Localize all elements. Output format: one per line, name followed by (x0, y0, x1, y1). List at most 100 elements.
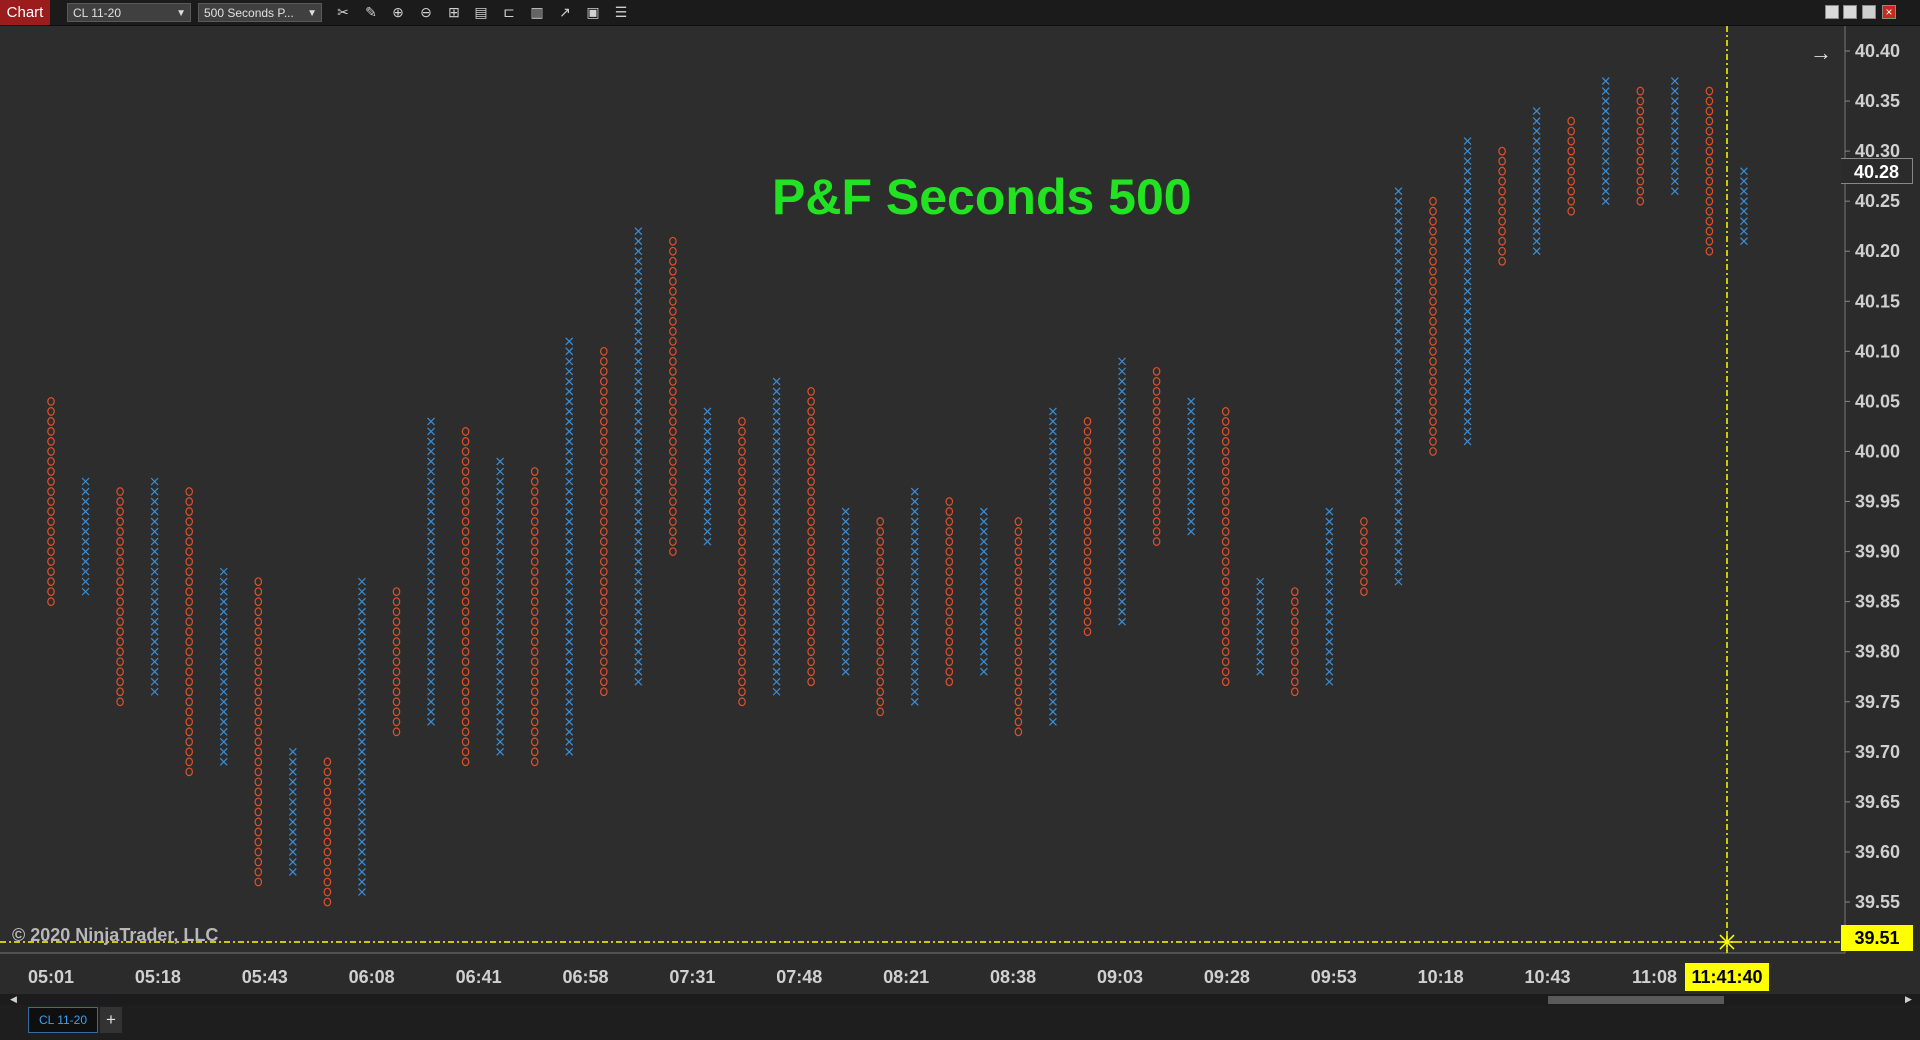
o-box (1360, 527, 1368, 536)
x-box (772, 577, 781, 586)
list-icon[interactable]: ☰ (611, 3, 631, 22)
x-box (772, 467, 781, 476)
x-box (427, 677, 435, 686)
zoom-in-icon[interactable]: ⊕ (388, 3, 408, 22)
o-box (185, 487, 194, 496)
o-box (599, 557, 608, 566)
o-box (116, 547, 124, 556)
x-box (358, 797, 366, 806)
x-box (979, 637, 988, 646)
minimize-icon[interactable] (1862, 5, 1876, 19)
chart-panel[interactable]: 40.40 40.35 40.30 40.25 40.20 40.15 40.10 40.05… (0, 26, 1900, 987)
x-box (1187, 437, 1196, 446)
o-box (1221, 447, 1230, 456)
x-box (1118, 437, 1126, 446)
x-box (81, 567, 90, 576)
o-box (254, 867, 263, 877)
o-box (738, 527, 746, 536)
o-box (461, 427, 470, 436)
x-box (358, 848, 366, 856)
x-box (979, 667, 988, 676)
maximize-icon[interactable] (1843, 5, 1857, 19)
x-box (496, 667, 505, 676)
scroll-left-icon[interactable]: ◀ (10, 994, 17, 1005)
o-box (738, 517, 746, 526)
o-box (254, 707, 263, 717)
pencil-icon[interactable]: ✎ (361, 3, 381, 22)
instrument-tab[interactable]: CL 11-20 (28, 1007, 98, 1033)
x-box (1463, 197, 1472, 206)
close-icon[interactable]: × (1882, 5, 1896, 19)
o-box (1636, 106, 1645, 116)
add-tab-button[interactable]: + (100, 1007, 122, 1033)
x-box (910, 647, 919, 656)
o-box (1083, 567, 1092, 577)
o-box (1152, 417, 1161, 426)
o-box (1705, 136, 1714, 146)
o-box (530, 747, 539, 757)
x-box (219, 597, 228, 606)
chart-tab[interactable]: Chart (0, 0, 50, 25)
x-column (1325, 507, 1334, 686)
scrollbar-thumb[interactable] (1548, 996, 1724, 1004)
x-box (1463, 357, 1472, 366)
x-box (81, 587, 90, 596)
o-box (185, 657, 194, 667)
o-box (599, 537, 608, 546)
chart-toolbar: Chart CL 11-20 ▼ 500 Seconds P... ▼ ✂ ✎ … (0, 0, 1920, 26)
x-box (496, 597, 505, 606)
o-box (599, 447, 608, 456)
crosshair-icon[interactable]: ⊞ (444, 3, 464, 22)
x-box (288, 838, 297, 846)
horizontal-scrollbar[interactable]: ◀ ▶ (0, 994, 1920, 1005)
instrument-selector[interactable]: CL 11-20 ▼ (67, 3, 191, 22)
scroll-right-icon[interactable]: ▶ (1905, 994, 1912, 1005)
o-box (1636, 196, 1645, 206)
strategies-icon[interactable]: ▣ (583, 3, 603, 22)
o-box (392, 627, 401, 637)
o-box (254, 787, 263, 797)
restore-icon[interactable] (1825, 5, 1839, 19)
o-box (116, 577, 124, 587)
o-box (945, 577, 954, 587)
o-box (669, 507, 677, 516)
o-box (254, 587, 263, 597)
x-box (1463, 417, 1472, 426)
o-box (1014, 697, 1023, 707)
o-box (876, 657, 885, 667)
x-column (565, 337, 574, 756)
scissors-icon[interactable]: ✂ (333, 3, 353, 22)
bar-chart-icon[interactable]: ▥ (527, 3, 547, 22)
x-box (358, 787, 366, 796)
o-box (1705, 196, 1714, 206)
o-box (1083, 477, 1092, 486)
o-box (1429, 336, 1437, 346)
o-box (669, 497, 677, 506)
x-box (703, 457, 712, 466)
indicators-icon[interactable]: ↗ (555, 3, 575, 22)
o-box (1014, 547, 1023, 556)
o-box (1429, 296, 1437, 306)
x-box (841, 607, 850, 616)
o-box (1221, 587, 1230, 597)
properties-icon[interactable]: ▤ (471, 3, 491, 22)
o-box (116, 497, 124, 506)
arrow-right-icon[interactable]: → (1810, 40, 1832, 66)
x-box (703, 417, 712, 426)
x-box (150, 687, 159, 696)
o-box (530, 617, 539, 627)
x-box (1049, 567, 1057, 576)
x-box (1532, 147, 1541, 156)
x-box (1601, 97, 1610, 105)
x-box (1394, 317, 1403, 326)
o-box (47, 467, 55, 476)
x-box (1118, 507, 1126, 516)
zoom-out-icon[interactable]: ⊖ (416, 3, 436, 22)
x-box (772, 507, 781, 516)
x-box (565, 417, 574, 426)
x-box (1463, 227, 1472, 236)
data-box-icon[interactable]: ⊏ (499, 3, 519, 22)
period-selector[interactable]: 500 Seconds P... ▼ (198, 3, 322, 22)
x-box (1394, 257, 1403, 266)
x-box (358, 707, 366, 716)
